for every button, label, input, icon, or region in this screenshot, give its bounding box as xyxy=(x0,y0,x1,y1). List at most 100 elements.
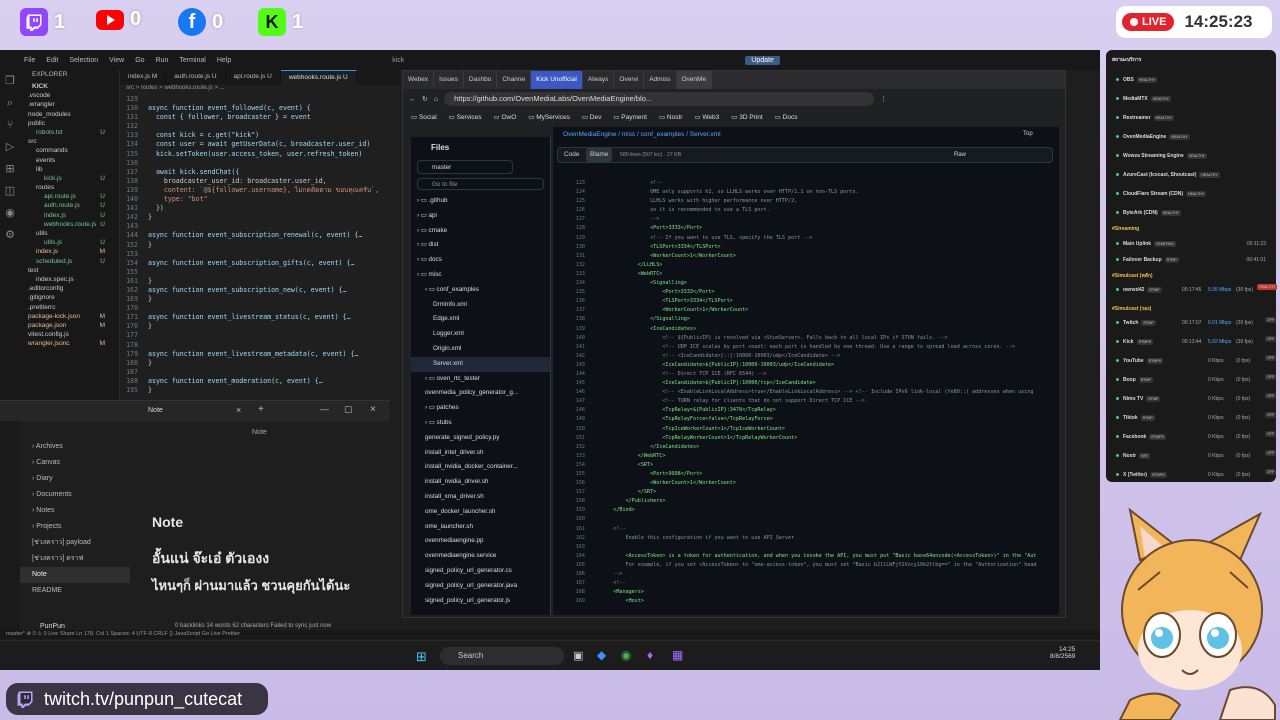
project-root[interactable]: KICK xyxy=(20,82,119,91)
repo-file-item[interactable]: › ▭ oven_rtc_tester xyxy=(411,372,550,387)
obsidian-taskbar-icon[interactable]: ♦ xyxy=(647,648,653,662)
code-line[interactable]: 188 async function event_moderation(c, ev… xyxy=(120,377,400,386)
xml-line[interactable]: 160 xyxy=(557,515,1037,524)
vscode-taskbar-icon[interactable]: ◆ xyxy=(597,648,606,662)
xml-line[interactable]: 126 so it is recommended to use a TLS po… xyxy=(557,206,1037,215)
xml-line[interactable]: 165 For example, if you set <AccessToken… xyxy=(557,561,1037,570)
code-line[interactable]: 178 xyxy=(120,341,400,350)
simulcast-toggle[interactable]: OFF xyxy=(1265,450,1277,456)
bookmark-item[interactable]: ▭ MyServices xyxy=(528,113,570,121)
browser-tab[interactable]: Admiss xyxy=(644,71,677,89)
close-window-icon[interactable]: × xyxy=(370,404,376,415)
explorer-item[interactable]: utils xyxy=(20,229,119,238)
tab-api-route[interactable]: api.route.js U xyxy=(226,70,281,85)
explorer-item[interactable]: commands xyxy=(20,146,119,155)
code-line[interactable]: 133 const kick = c.get("kick") xyxy=(120,131,400,140)
code-line[interactable]: 143 xyxy=(120,222,400,231)
explorer-item[interactable]: wrangler.jsonc M xyxy=(20,339,119,348)
repo-file-item[interactable]: Edge.xml xyxy=(411,312,550,327)
explorer-item[interactable]: package.json M xyxy=(20,321,119,330)
xml-line[interactable]: 145 <IceCandidate>${PublicIP}:10000/tcp<… xyxy=(557,379,1037,388)
simulcast-toggle[interactable]: OFF xyxy=(1265,317,1277,323)
xml-line[interactable]: 131 <WorkerCount>1</WorkerCount> xyxy=(557,252,1037,261)
bookmark-item[interactable]: ▭ Social xyxy=(411,113,437,121)
explorer-item[interactable]: scheduled.js U xyxy=(20,257,119,266)
menu-edit[interactable]: Edit xyxy=(46,57,58,64)
bookmark-item[interactable]: ▭ Docs xyxy=(775,113,798,121)
browser-tab[interactable]: Channe xyxy=(497,71,532,89)
browser-tab[interactable]: Issues xyxy=(434,71,464,89)
extensions-icon[interactable]: ⊞ xyxy=(0,158,20,180)
home-icon[interactable]: ⌂ xyxy=(434,96,438,103)
repo-file-item[interactable]: ovenmediaengine.service xyxy=(411,549,550,564)
xml-line[interactable]: 143 <IceCandidate>${PublicIP}:10000-1000… xyxy=(557,361,1037,370)
code-line[interactable]: 154 async function event_subscription_gif… xyxy=(120,259,400,268)
close-tab-icon[interactable]: × xyxy=(236,405,241,415)
xml-line[interactable]: 169 <Host> xyxy=(557,597,1037,606)
simulcast-toggle[interactable]: OFF xyxy=(1265,355,1277,361)
blame-tab[interactable]: Blame xyxy=(586,148,613,162)
explorer-item[interactable]: index.js M xyxy=(20,247,119,256)
bookmark-item[interactable]: ▭ Web3 xyxy=(694,113,719,121)
browser-taskbar-icon[interactable]: ◉ xyxy=(621,648,631,662)
repo-file-item[interactable]: signed_policy_url_generator.js xyxy=(411,594,550,609)
remote-icon[interactable]: ◫ xyxy=(0,180,20,202)
code-tab[interactable]: Code xyxy=(564,148,580,162)
xml-line[interactable]: 157 </SRT> xyxy=(557,488,1037,497)
xml-line[interactable]: 124 OME only supports h2, so LLHLS works… xyxy=(557,188,1037,197)
xml-line[interactable]: 132 </LLHLS> xyxy=(557,261,1037,270)
note-title[interactable]: Note xyxy=(152,514,183,530)
code-line[interactable]: 141 }) xyxy=(120,204,400,213)
explorer-item[interactable]: index.spec.js xyxy=(20,275,119,284)
code-line[interactable]: 144 async function event_subscription_ren… xyxy=(120,231,400,240)
browser-tab[interactable]: Overvi xyxy=(614,71,645,89)
explorer-item[interactable]: api.route.js U xyxy=(20,192,119,201)
xml-line[interactable]: 152 </IceCandidates> xyxy=(557,443,1037,452)
repo-file-item[interactable]: ovenmedia_policy_generator_g... xyxy=(411,386,550,401)
code-line[interactable]: 179 async function event_livestream_metad… xyxy=(120,350,400,359)
repo-file-item[interactable]: ome_docker_launcher.sh xyxy=(411,505,550,520)
explorer-item[interactable]: node_modules xyxy=(20,110,119,119)
menu-selection[interactable]: Selection xyxy=(69,57,98,64)
note-line-2[interactable]: ไหนๆก็ ผ่านมาแล้ว ชวนคุยกันได้นะ xyxy=(152,575,350,596)
explorer-item[interactable]: events xyxy=(20,156,119,165)
repo-file-item[interactable]: › ▭ stubs xyxy=(411,416,550,431)
xml-line[interactable]: 128 <Port>3333</Port> xyxy=(557,224,1037,233)
xml-line[interactable]: 164 <AccessToken> is a token for authent… xyxy=(557,552,1037,561)
bookmark-item[interactable]: ▭ Dev xyxy=(582,113,602,121)
repo-file-item[interactable]: Origin.xml xyxy=(411,342,550,357)
repo-file-item[interactable]: DrmInfo.xml xyxy=(411,298,550,313)
tab-webhooks-route[interactable]: webhooks.route.js U xyxy=(280,70,357,85)
settings-icon[interactable]: ⚙ xyxy=(0,224,20,246)
code-line[interactable]: 142} xyxy=(120,213,400,222)
xml-line[interactable]: 139 <IceCandidates> xyxy=(557,325,1037,334)
xml-line[interactable]: 168 <Managers> xyxy=(557,588,1037,597)
code-line[interactable]: 138 broadcaster_user_id: broadcaster.use… xyxy=(120,177,400,186)
file-path[interactable]: OvenMediaEngine / misc / conf_examples /… xyxy=(563,131,721,138)
address-bar[interactable]: https://github.com/OvenMediaLabs/OvenMed… xyxy=(444,92,875,106)
code-line[interactable]: 169} xyxy=(120,295,400,304)
menu-go[interactable]: Go xyxy=(135,57,144,64)
repo-file-item[interactable]: › ▭ conf_examples xyxy=(411,283,550,298)
explorer-item[interactable]: routes xyxy=(20,183,119,192)
xml-line[interactable]: 155 <Port>9998</Port> xyxy=(557,470,1037,479)
bookmark-item[interactable]: ▭ 3D Print xyxy=(731,113,762,121)
explorer-item[interactable]: test xyxy=(20,266,119,275)
xml-line[interactable]: 162 Enable this configuration if you wan… xyxy=(557,534,1037,543)
explorer-item[interactable]: utils.js U xyxy=(20,238,119,247)
note-sidebar-item[interactable]: [ช่วงคราว] payload xyxy=(20,535,130,551)
top-button[interactable]: Top xyxy=(1023,131,1033,137)
menu-view[interactable]: View xyxy=(109,57,124,64)
xml-line[interactable]: 158 </Publishers> xyxy=(557,497,1037,506)
note-sidebar-item[interactable]: Note xyxy=(20,567,130,583)
simulcast-toggle[interactable]: OFF xyxy=(1265,393,1277,399)
xml-line[interactable]: 127 --> xyxy=(557,215,1037,224)
update-button[interactable]: Update xyxy=(745,55,780,65)
code-line[interactable]: 186} xyxy=(120,359,400,368)
explorer-item[interactable]: src xyxy=(20,137,119,146)
repo-file-item[interactable]: › ▭ docs xyxy=(411,253,550,268)
explorer-item[interactable]: .editorconfig xyxy=(20,284,119,293)
xml-line[interactable]: 137 <WorkerCount>1</WorkerCount> xyxy=(557,306,1037,315)
xml-line[interactable]: 149 <TcpRelayForce>false</TcpRelayForce> xyxy=(557,415,1037,424)
task-view-icon[interactable]: ▣ xyxy=(573,649,583,662)
